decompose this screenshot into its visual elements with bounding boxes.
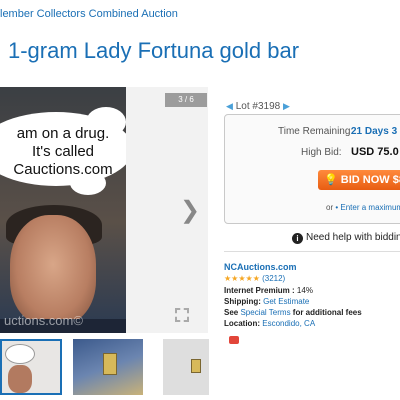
time-remaining-label: Time Remaining: <box>278 126 354 137</box>
rating-count[interactable]: (3212) <box>262 274 285 283</box>
bulb-icon: 💡 <box>324 174 338 186</box>
main-product-image[interactable]: am on a drug. It's called Cauctions.com … <box>0 87 126 333</box>
special-terms-link[interactable]: Special Terms <box>240 308 290 317</box>
thumbnail-2[interactable] <box>73 339 143 395</box>
badge-icon <box>229 336 239 344</box>
speech-bubble-text: am on a drug. It's called Cauctions.com <box>13 125 113 178</box>
max-bid-row: or • Enter a maximum <box>326 203 400 212</box>
next-image-icon[interactable]: ❯ <box>180 196 200 225</box>
high-bid-value: USD 75.0 <box>351 146 399 158</box>
portrait-face <box>10 215 96 325</box>
internet-premium: Internet Premium : 14% <box>224 286 313 295</box>
high-bid-label: High Bid: <box>301 147 342 158</box>
expand-icon[interactable] <box>175 308 189 322</box>
lot-navigation: ◀ Lot #3198 ▶ <box>226 101 290 112</box>
special-terms-row: See Special Terms for additional fees <box>224 308 362 317</box>
info-icon: i <box>292 233 303 244</box>
help-bidding-link[interactable]: i Need help with bidding <box>292 232 400 244</box>
get-estimate-link[interactable]: Get Estimate <box>263 297 309 306</box>
location-row: Location: Escondido, CA <box>224 319 316 328</box>
location-link[interactable]: Escondido, CA <box>262 319 315 328</box>
seller-rating: ★★★★★ (3212) <box>224 274 285 283</box>
next-lot-icon[interactable]: ▶ <box>283 101 290 111</box>
image-counter: 3 / 6 <box>165 93 207 107</box>
prev-lot-icon[interactable]: ◀ <box>226 101 233 111</box>
breadcrumb[interactable]: lember Collectors Combined Auction <box>0 8 178 20</box>
lot-number: Lot #3198 <box>235 101 281 112</box>
page-title: 1-gram Lady Fortuna gold bar <box>8 38 300 63</box>
image-watermark: uctions.com© <box>4 313 83 328</box>
thumbnail-3[interactable] <box>163 339 209 395</box>
thumbnail-1[interactable] <box>0 339 62 395</box>
enter-max-bid-link[interactable]: • Enter a maximum <box>335 203 400 212</box>
shipping-row: Shipping: Get Estimate <box>224 297 310 306</box>
gold-bar-icon <box>103 353 117 375</box>
divider <box>224 251 400 252</box>
rating-stars-icon: ★★★★★ <box>224 274 260 283</box>
gold-bar-icon <box>191 359 201 373</box>
seller-name[interactable]: NCAuctions.com <box>224 262 297 272</box>
time-remaining-value: 21 Days 3 H <box>351 126 400 137</box>
bid-now-button[interactable]: 💡 BID NOW $8 <box>318 170 400 190</box>
